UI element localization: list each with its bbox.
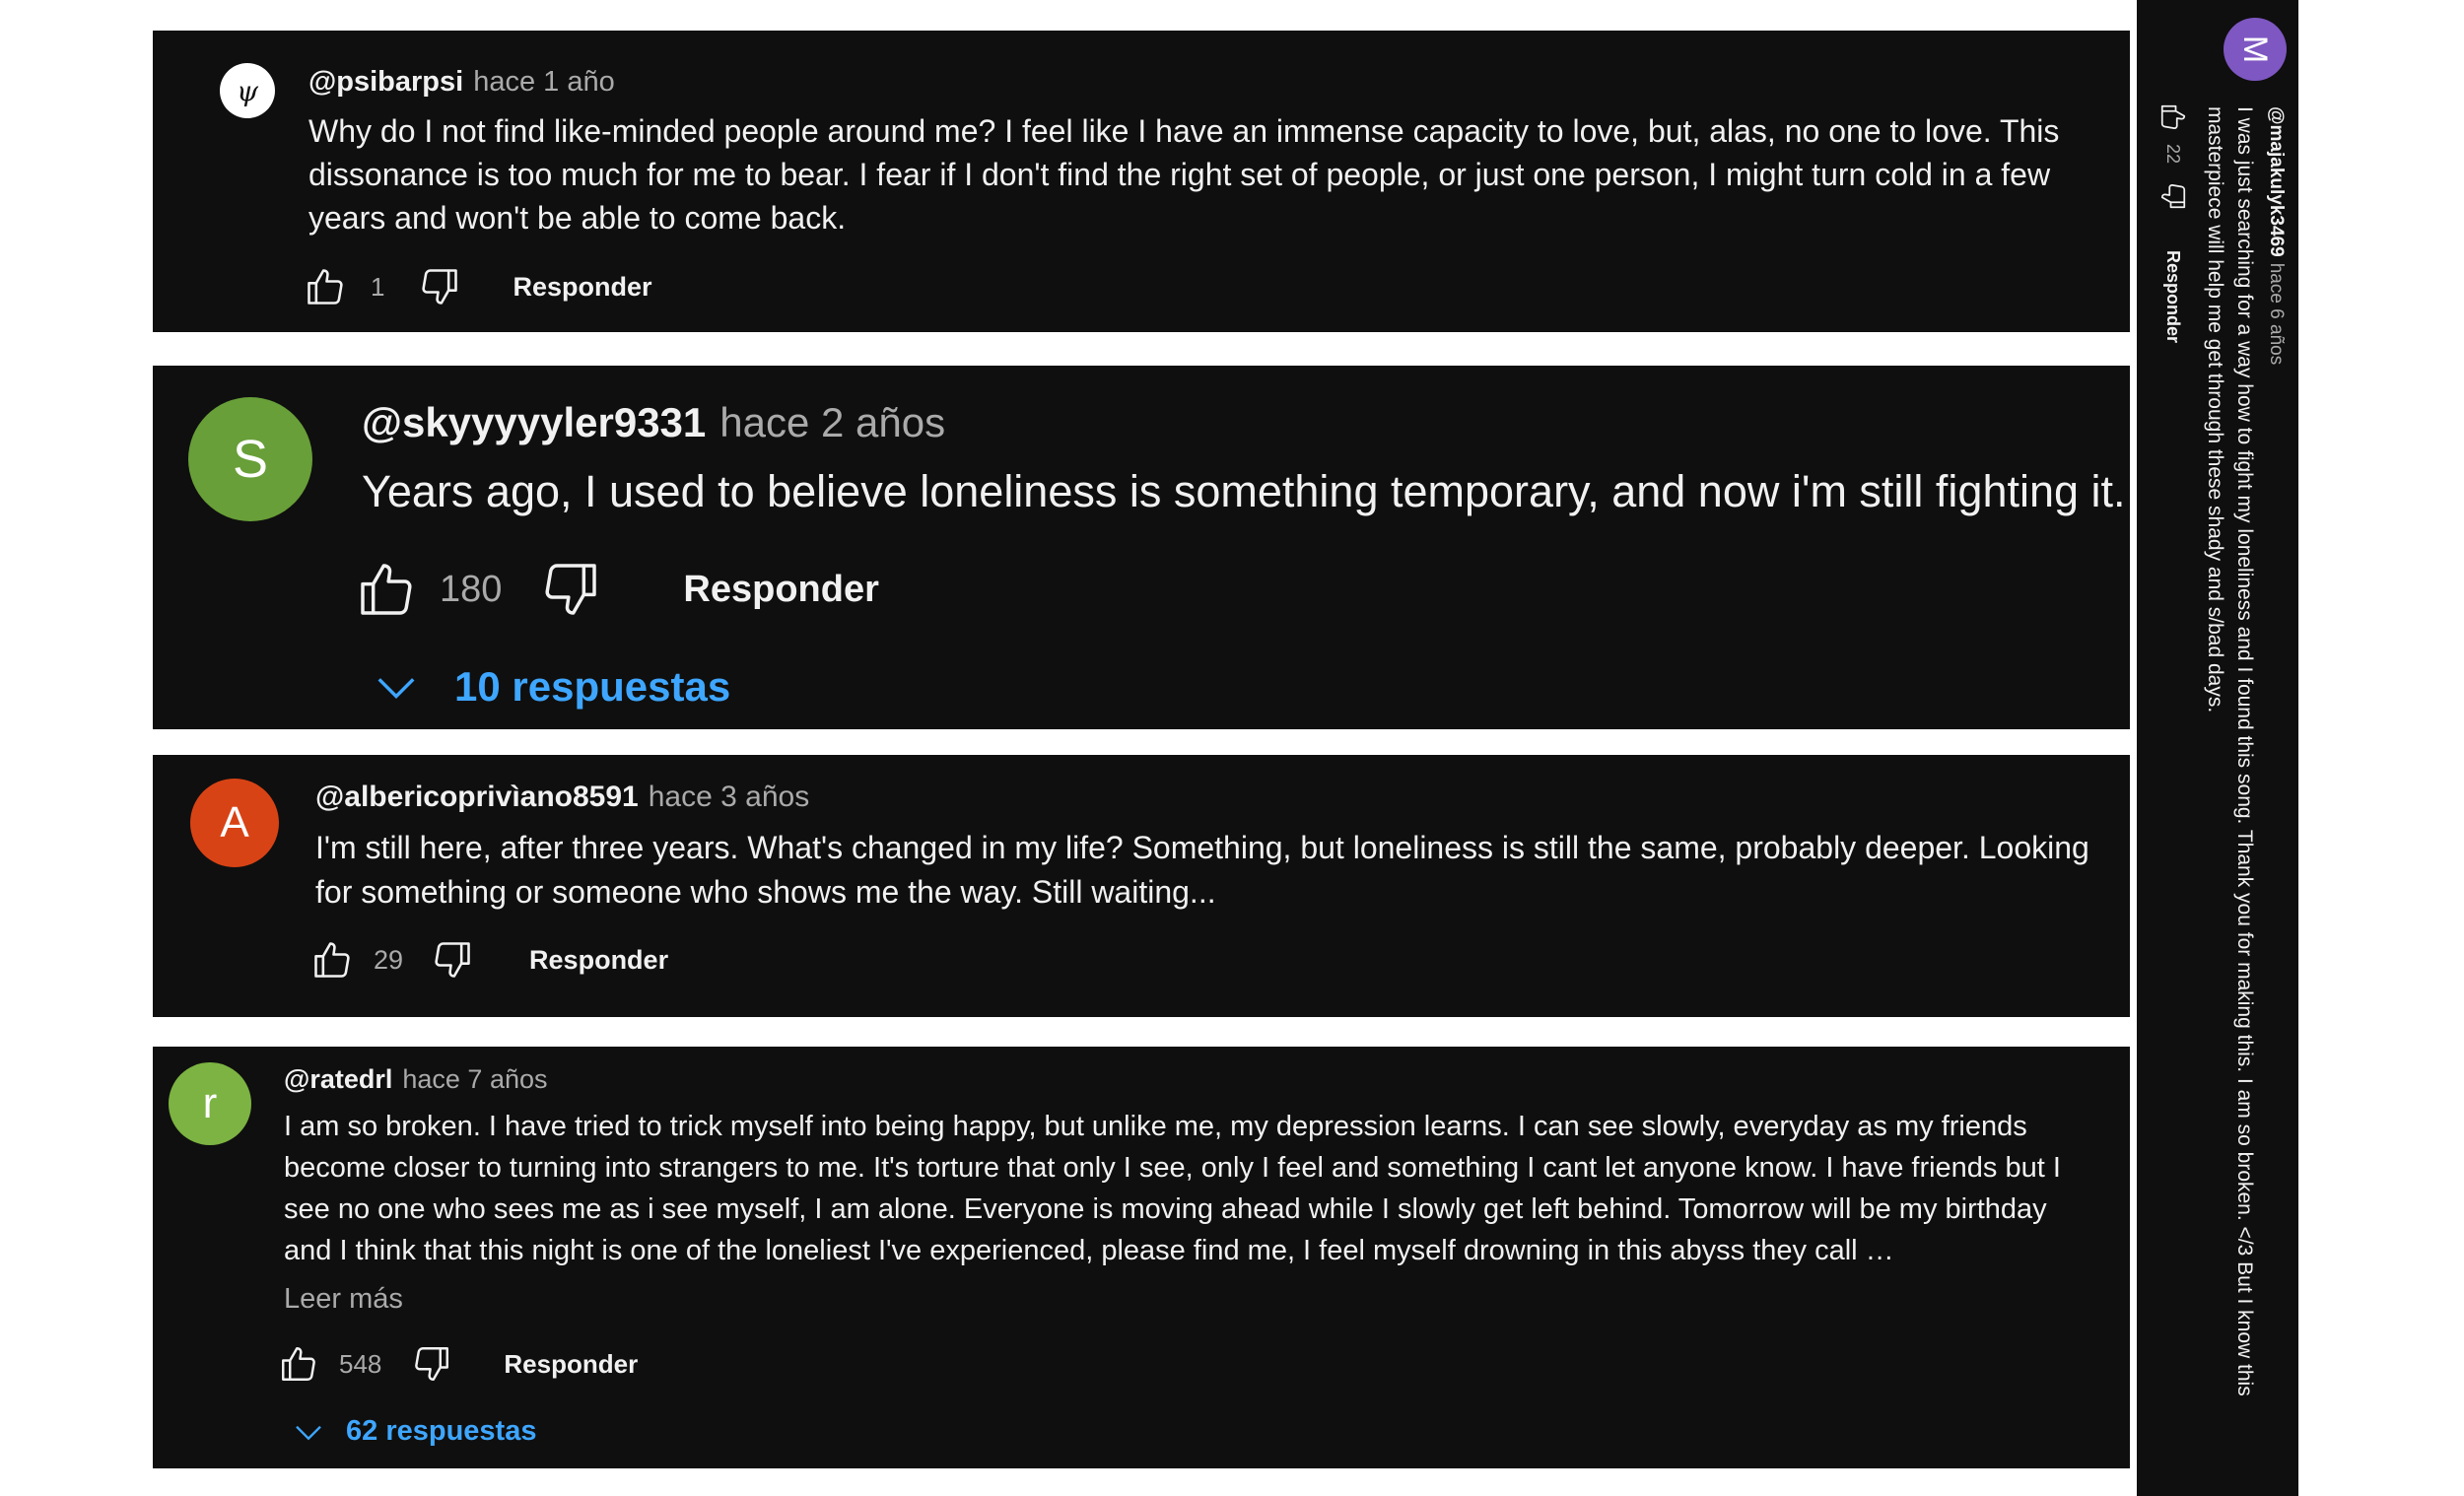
replies-count: 62 respuestas	[346, 1415, 537, 1447]
like-icon[interactable]	[304, 265, 347, 308]
comment-author[interactable]: @albericoprivìano8591	[315, 781, 639, 813]
view-replies-button[interactable]: 62 respuestas	[293, 1415, 536, 1448]
like-count: 180	[440, 568, 503, 610]
dislike-icon[interactable]	[431, 938, 474, 982]
avatar-letter: ψ	[237, 74, 258, 107]
like-icon[interactable]	[278, 1343, 319, 1385]
comment-text: I was just searching for a way how to fi…	[2204, 106, 2256, 1396]
reply-button[interactable]: Responder	[2163, 250, 2184, 343]
comment-card-psibarpsi: ψ @psibarpsi hace 1 año Why do I not find…	[153, 31, 2130, 332]
like-count: 29	[374, 944, 404, 975]
avatar[interactable]: A	[190, 779, 279, 867]
comment-text: Why do I not find like-minded people aro…	[308, 113, 2060, 236]
comment-card-ratedrl: r @ratedrl hace 7 años I am so broken. I …	[153, 1047, 2130, 1468]
avatar[interactable]: ψ	[220, 63, 275, 118]
comment-timestamp[interactable]: hace 6 años	[2266, 263, 2287, 366]
comment-timestamp[interactable]: hace 1 año	[473, 66, 615, 98]
comment-timestamp[interactable]: hace 3 años	[649, 781, 809, 813]
reply-button[interactable]: Responder	[683, 569, 878, 611]
comment-card-skyyyyyler9331: S @skyyyyyler9331 hace 2 años Years ago, …	[153, 366, 2130, 729]
comment-text: I'm still here, after three years. What'…	[315, 830, 2089, 910]
rotated-comment: M @majakulyk3469 hace 6 años I was just s…	[2137, 0, 2298, 1459]
avatar-letter: S	[232, 430, 269, 489]
like-icon[interactable]	[2158, 102, 2188, 132]
comment-author[interactable]: @majakulyk3469	[2266, 106, 2287, 257]
dislike-icon[interactable]	[2158, 181, 2188, 211]
like-count: 548	[339, 1348, 382, 1379]
like-icon[interactable]	[355, 558, 418, 621]
dislike-icon[interactable]	[539, 558, 602, 621]
comment-card-majakulyk3469: M @majakulyk3469 hace 6 años I was just s…	[2137, 0, 2298, 1496]
avatar-letter: M	[2236, 34, 2275, 64]
replies-count: 10 respuestas	[454, 663, 731, 710]
comment-timestamp[interactable]: hace 7 años	[402, 1064, 547, 1094]
avatar[interactable]: S	[188, 397, 312, 521]
reply-button[interactable]: Responder	[504, 1349, 638, 1380]
like-count: 22	[2163, 144, 2184, 165]
chevron-down-icon	[374, 664, 419, 710]
comment-text: I am so broken. I have tried to trick my…	[284, 1111, 2061, 1266]
like-icon[interactable]	[310, 938, 354, 982]
comment-text: Years ago, I used to believe loneliness …	[362, 466, 2126, 516]
chevron-down-icon	[293, 1416, 324, 1448]
dislike-icon[interactable]	[418, 265, 461, 308]
dislike-icon[interactable]	[411, 1343, 452, 1385]
comment-timestamp[interactable]: hace 2 años	[719, 399, 945, 445]
like-count: 1	[371, 271, 385, 302]
comment-author[interactable]: @skyyyyyler9331	[362, 399, 706, 445]
comment-author[interactable]: @ratedrl	[284, 1064, 392, 1094]
avatar-letter: A	[220, 798, 249, 847]
reply-button[interactable]: Responder	[529, 945, 668, 976]
reply-button[interactable]: Responder	[513, 272, 651, 303]
read-more-link[interactable]: Leer más	[284, 1283, 403, 1316]
comment-author[interactable]: @psibarpsi	[308, 66, 463, 98]
comment-card-albericoprivìano8591: A @albericoprivìano8591 hace 3 años I'm s…	[153, 755, 2130, 1017]
avatar-letter: r	[202, 1079, 218, 1127]
avatar[interactable]: r	[169, 1062, 251, 1145]
view-replies-button[interactable]: 10 respuestas	[374, 663, 730, 711]
avatar[interactable]: M	[2224, 18, 2287, 81]
